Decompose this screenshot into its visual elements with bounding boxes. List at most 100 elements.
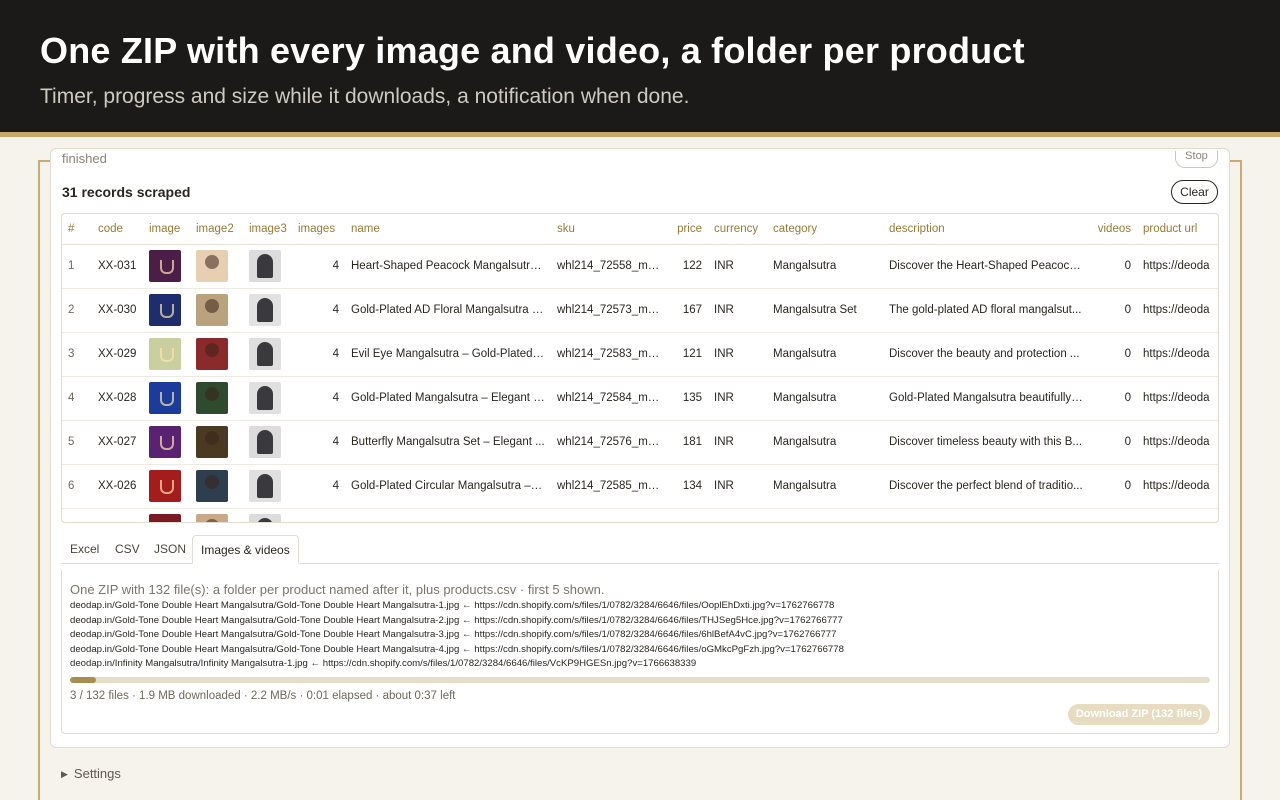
product-thumbnail[interactable] [149, 338, 181, 370]
cell-sku: whl214_72585_ms127 [551, 464, 666, 509]
stop-button[interactable]: Stop [1175, 151, 1218, 168]
cell-description: Discover the Heart-Shaped Peacock ... [883, 244, 1089, 289]
tab-csv[interactable]: CSV [115, 535, 140, 564]
table-row[interactable] [62, 508, 1218, 522]
cell-code: XX-028 [92, 376, 143, 421]
image-cell [243, 464, 292, 509]
column-header[interactable]: name [345, 214, 551, 245]
cell-code: XX-026 [92, 464, 143, 509]
cell-description: Gold-Plated Mangalsutra beautifully ... [883, 376, 1089, 421]
cell-category: Mangalsutra [767, 332, 883, 377]
column-header[interactable]: image3 [243, 214, 292, 245]
tab-json[interactable]: JSON [154, 535, 186, 564]
table-row[interactable]: 5 XX-027 4 Butterfly Mangalsutra Set – Eleg… [62, 420, 1218, 465]
cell-name: Heart-Shaped Peacock Mangalsutra ... [345, 244, 551, 289]
cell-url: https://deoda [1137, 420, 1218, 465]
cell-name: Evil Eye Mangalsutra – Gold-Plated F... [345, 332, 551, 377]
cell-sku: whl214_72576_ms118 [551, 420, 666, 465]
column-header[interactable]: description [883, 214, 1089, 245]
product-thumbnail[interactable] [249, 382, 281, 414]
cell-sku: whl214_72583_ms125 [551, 332, 666, 377]
cell-videos: 0 [1089, 244, 1137, 289]
cell-code: XX-031 [92, 244, 143, 289]
column-header[interactable]: product url [1137, 214, 1218, 245]
column-header[interactable]: # [62, 214, 92, 245]
cell-price: 135 [666, 376, 708, 421]
download-progress-text: 3 / 132 files · 1.9 MB downloaded · 2.2 … [70, 690, 456, 702]
product-thumbnail[interactable] [196, 514, 228, 522]
product-thumbnail[interactable] [249, 338, 281, 370]
column-header[interactable]: image [143, 214, 190, 245]
download-progress-fill [70, 677, 96, 683]
product-thumbnail[interactable] [149, 382, 181, 414]
table-row[interactable]: 6 XX-026 4 Gold-Plated Circular Mangalsutra… [62, 464, 1218, 509]
records-count: 31 records scraped [62, 184, 191, 200]
column-header[interactable]: category [767, 214, 883, 245]
file-line: deodap.in/Gold-Tone Double Heart Mangals… [70, 629, 837, 640]
product-thumbnail[interactable] [196, 250, 228, 282]
image-cell [143, 332, 190, 377]
product-thumbnail[interactable] [249, 250, 281, 282]
column-header[interactable]: currency [708, 214, 767, 245]
hero-title: One ZIP with every image and video, a fo… [40, 30, 1025, 71]
tab-excel[interactable]: Excel [70, 535, 99, 564]
cell-name: Gold-Plated Circular Mangalsutra – E... [345, 464, 551, 509]
column-header[interactable]: sku [551, 214, 666, 245]
column-header[interactable]: image2 [190, 214, 243, 245]
product-thumbnail[interactable] [249, 426, 281, 458]
table-row[interactable]: 3 XX-029 4 Evil Eye Mangalsutra – Gold-Plat… [62, 332, 1218, 377]
cell-url: https://deoda [1137, 376, 1218, 421]
table-row[interactable]: 2 XX-030 4 Gold-Plated AD Floral Mangalsutr… [62, 288, 1218, 333]
product-thumbnail[interactable] [249, 294, 281, 326]
cell-currency: INR [708, 244, 767, 289]
cell-code: XX-029 [92, 332, 143, 377]
product-thumbnail[interactable] [196, 470, 228, 502]
cell-name [345, 508, 551, 522]
product-thumbnail[interactable] [196, 382, 228, 414]
column-header[interactable]: price [666, 214, 708, 245]
cell-sku: whl214_72573_ms115 [551, 288, 666, 333]
product-thumbnail[interactable] [149, 294, 181, 326]
cell-currency: INR [708, 288, 767, 333]
cell-price [666, 508, 708, 522]
image-cell [190, 244, 243, 289]
tab-images-videos[interactable]: Images & videos [192, 535, 299, 564]
download-zip-button[interactable]: Download ZIP (132 files) [1068, 704, 1210, 725]
triangle-right-icon: ▶ [61, 769, 68, 779]
cell-description: Discover timeless beauty with this B... [883, 420, 1089, 465]
table-row[interactable]: 4 XX-028 4 Gold-Plated Mangalsutra – Elegan… [62, 376, 1218, 421]
product-thumbnail[interactable] [196, 294, 228, 326]
cell-url: https://deoda [1137, 288, 1218, 333]
product-thumbnail[interactable] [149, 470, 181, 502]
product-thumbnail[interactable] [249, 470, 281, 502]
column-header[interactable]: code [92, 214, 143, 245]
cell-sku: whl214_72584_ms126 [551, 376, 666, 421]
cell-price: 134 [666, 464, 708, 509]
settings-toggle[interactable]: ▶ Settings [61, 766, 121, 781]
image-cell [243, 332, 292, 377]
cell-name: Gold-Plated Mangalsutra – Elegant B... [345, 376, 551, 421]
cell-description: Discover the perfect blend of traditio..… [883, 464, 1089, 509]
product-thumbnail[interactable] [149, 514, 181, 522]
cell-images: 4 [292, 288, 345, 333]
results-table[interactable]: # code image image2 image3 images name s… [61, 213, 1219, 523]
image-cell [190, 508, 243, 522]
image-cell [143, 376, 190, 421]
cell-category: Mangalsutra Set [767, 288, 883, 333]
product-thumbnail[interactable] [249, 514, 281, 522]
image-cell [190, 420, 243, 465]
table-row[interactable]: 1 XX-031 4 Heart-Shaped Peacock Mangalsutra… [62, 244, 1218, 289]
image-cell [243, 288, 292, 333]
product-thumbnail[interactable] [196, 338, 228, 370]
cell-n: 6 [62, 464, 92, 509]
product-thumbnail[interactable] [149, 426, 181, 458]
product-thumbnail[interactable] [196, 426, 228, 458]
cell-n: 4 [62, 376, 92, 421]
column-header[interactable]: videos [1089, 214, 1137, 245]
cell-name: Gold-Plated AD Floral Mangalsutra S... [345, 288, 551, 333]
product-thumbnail[interactable] [149, 250, 181, 282]
clear-button[interactable]: Clear [1171, 180, 1218, 204]
column-header[interactable]: images [292, 214, 345, 245]
hero-subtitle: Timer, progress and size while it downlo… [40, 85, 690, 108]
cell-videos [1089, 508, 1137, 522]
